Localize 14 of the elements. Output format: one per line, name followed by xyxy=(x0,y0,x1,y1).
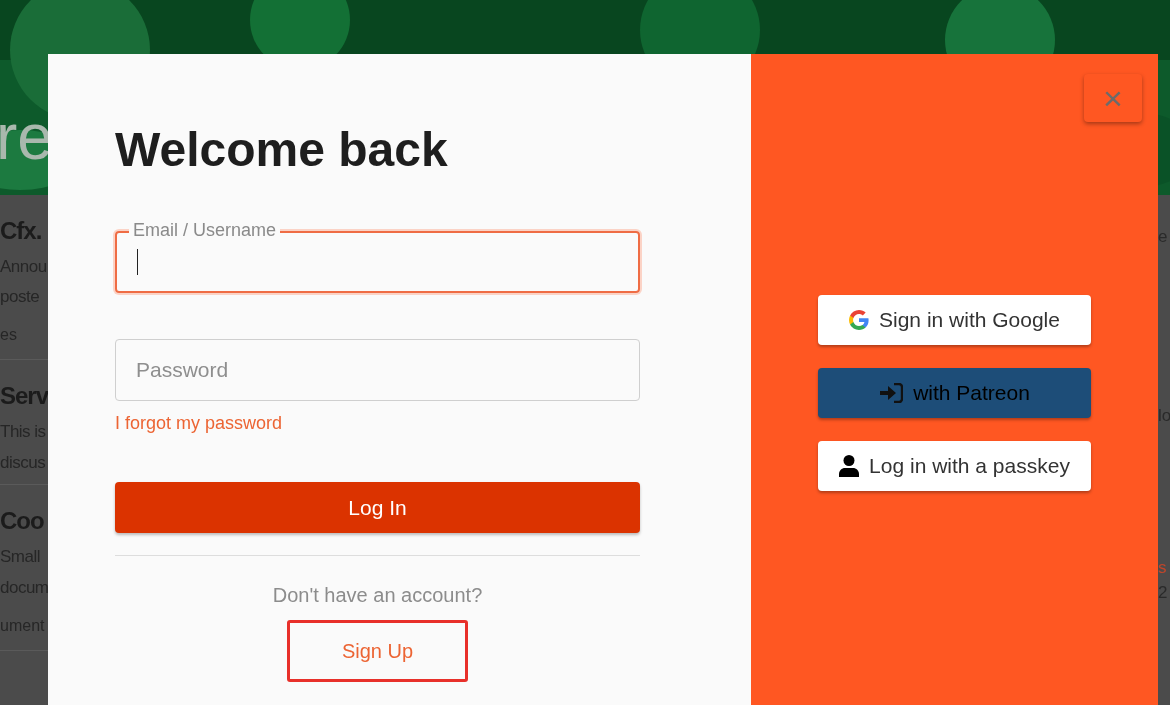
passkey-login-button[interactable]: Log in with a passkey xyxy=(818,441,1091,491)
signup-prompt: Don't have an account? xyxy=(271,582,484,608)
dialog-title: Welcome back xyxy=(115,124,449,177)
forgot-password-link[interactable]: I forgot my password xyxy=(115,409,283,437)
login-button[interactable]: Log In xyxy=(115,481,640,533)
close-button[interactable]: × xyxy=(1084,74,1142,122)
person-icon xyxy=(839,455,860,477)
google-signin-button[interactable]: Sign in with Google xyxy=(818,295,1091,345)
link-text: s xyxy=(1158,559,1167,579)
site-title: re xyxy=(0,105,53,169)
patreon-signin-button[interactable]: with Patreon xyxy=(818,368,1091,418)
google-g-icon xyxy=(849,310,869,330)
signup-link[interactable]: Sign Up xyxy=(287,619,468,682)
sign-in-icon xyxy=(879,383,904,403)
